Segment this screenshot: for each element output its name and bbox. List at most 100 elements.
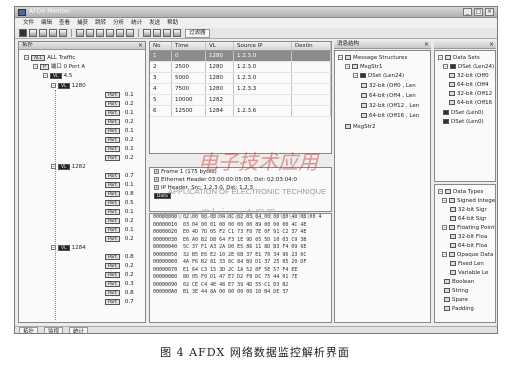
maximize-button[interactable]: □: [474, 8, 483, 16]
structure-field[interactable]: 32-bit (Off12 , Len: [361, 102, 419, 110]
tree-leaf[interactable]: Port 0.2: [105, 136, 134, 144]
datatype-item[interactable]: Variable Le: [450, 269, 488, 277]
datatype-item[interactable]: Padding: [444, 305, 474, 313]
hex-row[interactable]: 00000090 02 CE C4 4E 48 E7 39 4D 55 C1 03…: [150, 282, 331, 290]
tree-leaf[interactable]: Port 0.2: [105, 154, 134, 162]
tree-leaf[interactable]: Port 0.2: [105, 118, 134, 126]
bottom-tab[interactable]: 拓扑: [19, 327, 39, 333]
datatype-item[interactable]: 32-bit Floa: [450, 233, 487, 241]
tree-leaf[interactable]: Port 0.3: [105, 280, 134, 288]
tree-leaf[interactable]: Port 0.1: [105, 91, 134, 99]
tree-port[interactable]: − P 端口 0 Port A: [33, 63, 85, 71]
save-icon[interactable]: [29, 29, 37, 37]
resize-columns-icon[interactable]: [173, 29, 181, 37]
reload-icon[interactable]: [49, 29, 57, 37]
dataset-c[interactable]: DSet (Len0): [443, 118, 484, 126]
zoom-in-icon[interactable]: [143, 29, 151, 37]
menu-item[interactable]: 跳转: [95, 19, 106, 28]
zoom-out-icon[interactable]: [153, 29, 161, 37]
datasets-root[interactable]: − Data Sets: [438, 54, 480, 62]
hex-row[interactable]: 00000040 5C 37 F1 A3 2A D0 E5 86 11 8D B3…: [150, 244, 331, 252]
last-icon[interactable]: [126, 29, 134, 37]
datatype-item[interactable]: 64-bit Floa: [450, 242, 487, 250]
packet-row[interactable]: 1 0 1280 1.2.3.0: [150, 51, 331, 62]
column-header-vl[interactable]: VL: [206, 42, 234, 50]
dataset-field[interactable]: 32-bit (Off12: [449, 90, 492, 98]
menu-item[interactable]: 查看: [59, 19, 70, 28]
dataset-b[interactable]: DSet (Len0): [443, 109, 484, 117]
hex-row[interactable]: 00000020 E0 4D 7D 05 F2 C1 73 F0 7E 0F 91…: [150, 229, 331, 237]
datatype-item[interactable]: 64-bit Sigr: [450, 215, 487, 223]
tree-leaf[interactable]: Port 0.1: [105, 127, 134, 135]
tree-root[interactable]: − ALL ALL Traffic: [24, 54, 75, 62]
datatype-item[interactable]: 32-bit Sigr: [450, 206, 487, 214]
hex-row[interactable]: 00000080 80 05 F0 D1 47 E7 D2 F8 DC 75 44…: [150, 274, 331, 282]
forward-icon[interactable]: [96, 29, 104, 37]
tree-leaf[interactable]: Port 0.1: [105, 109, 134, 117]
tree-leaf[interactable]: Port 0.8: [105, 289, 134, 297]
packet-row[interactable]: 2 2500 1280 1.2.3.0: [150, 62, 331, 73]
tree-leaf[interactable]: Port 0.2: [105, 100, 134, 108]
menu-item[interactable]: 捕获: [77, 19, 88, 28]
bottom-tab[interactable]: 监视: [44, 327, 64, 333]
hex-row[interactable]: 00000060 4A F6 B2 81 33 6C 84 B9 D1 37 25…: [150, 259, 331, 267]
tree-leaf[interactable]: Port 0.8: [105, 190, 134, 198]
bottom-tab[interactable]: 统计: [69, 327, 89, 333]
packet-row[interactable]: 4 7500 1280 1.2.3.3: [150, 84, 331, 95]
close-icon[interactable]: ×: [489, 41, 494, 48]
tree-vl[interactable]: − VL 1282: [51, 163, 86, 171]
hex-row[interactable]: 00000050 32 B5 E6 E2 10 2E 6B 37 E1 70 34…: [150, 252, 331, 260]
tree-vl[interactable]: − VL 1280: [51, 82, 86, 90]
minimize-button[interactable]: _: [463, 8, 472, 16]
structure-field[interactable]: 64-bit (Off4 , Len: [361, 92, 416, 100]
print-icon[interactable]: [59, 29, 67, 37]
tree-leaf[interactable]: Port 0.1: [105, 226, 134, 234]
back-icon[interactable]: [86, 29, 94, 37]
dataset-field[interactable]: 64-bit (Off16: [449, 99, 492, 107]
detail-ethernet-row[interactable]: + Ethernet Header 03:00:00:05:05, Dst: 02…: [150, 176, 331, 184]
tree-leaf[interactable]: Port 0.7: [105, 298, 134, 306]
menu-item[interactable]: 分析: [113, 19, 124, 28]
dataset-a[interactable]: − DSet (Len24): [443, 63, 494, 71]
structure-field[interactable]: 32-bit (Off0 , Len: [361, 82, 416, 90]
hex-row[interactable]: 000000A0 B1 3E 44 8A 00 00 00 00 10 B4 DE…: [150, 289, 331, 297]
datatype-item[interactable]: Spare: [444, 296, 468, 304]
structure-root[interactable]: − Message Structures: [338, 54, 407, 62]
tree-leaf[interactable]: Port 0.8: [105, 253, 134, 261]
packet-row[interactable]: 3 5000 1280 1.2.3.0: [150, 73, 331, 84]
structure-field[interactable]: 64-bit (Off16 , Len: [361, 112, 419, 120]
tree-leaf[interactable]: Port 0.2: [105, 217, 134, 225]
dataset-field[interactable]: 64-bit (Off4: [449, 81, 489, 89]
packet-row[interactable]: 6 12500 1284 1.2.3.6: [150, 106, 331, 117]
hex-row[interactable]: 00000070 E1 64 C3 15 3D 2C 1A 52 0F 5E 57…: [150, 267, 331, 275]
datatype-float[interactable]: − Floating Point: [442, 224, 495, 232]
tree-leaf[interactable]: Port 0.2: [105, 235, 134, 243]
datatype-item[interactable]: Fixed Len: [450, 260, 484, 268]
tree-leaf[interactable]: Port 0.2: [105, 271, 134, 279]
filter-button[interactable]: 过滤器: [185, 28, 210, 38]
datatypes-root[interactable]: − Data Types: [438, 188, 483, 196]
close-icon[interactable]: ×: [424, 41, 429, 48]
tree-leaf[interactable]: Port 0.2: [105, 262, 134, 270]
tree-vl[interactable]: − VL 1284: [51, 244, 86, 252]
tree-leaf[interactable]: Port 0.7: [105, 172, 134, 180]
open-icon[interactable]: [19, 29, 27, 37]
hex-row[interactable]: 00000030 E6 A0 B2 D8 64 F3 1E 9D 05 5D 10…: [150, 237, 331, 245]
tree-leaf[interactable]: Port 0.5: [105, 199, 134, 207]
dataset-field[interactable]: 32-bit (Off0: [449, 72, 489, 80]
zoom-reset-icon[interactable]: [163, 29, 171, 37]
structure-msg1[interactable]: − MsgStr1: [345, 63, 383, 71]
structure-msg2[interactable]: MsgStr2: [345, 123, 376, 131]
datatype-opaque[interactable]: − Opaque Data: [442, 251, 493, 259]
first-icon[interactable]: [116, 29, 124, 37]
menu-item[interactable]: 文件: [23, 19, 34, 28]
datatype-item[interactable]: Boolean: [444, 278, 474, 286]
tree-vl-group[interactable]: − VL 4.5: [43, 72, 72, 80]
column-header-time[interactable]: Time: [172, 42, 206, 50]
tree-leaf[interactable]: Port 0.1: [105, 145, 134, 153]
close-button[interactable]: ×: [485, 8, 494, 16]
menu-item[interactable]: 编辑: [41, 19, 52, 28]
tree-leaf[interactable]: Port 0.1: [105, 208, 134, 216]
menu-item[interactable]: 发送: [149, 19, 160, 28]
close-file-icon[interactable]: [39, 29, 47, 37]
